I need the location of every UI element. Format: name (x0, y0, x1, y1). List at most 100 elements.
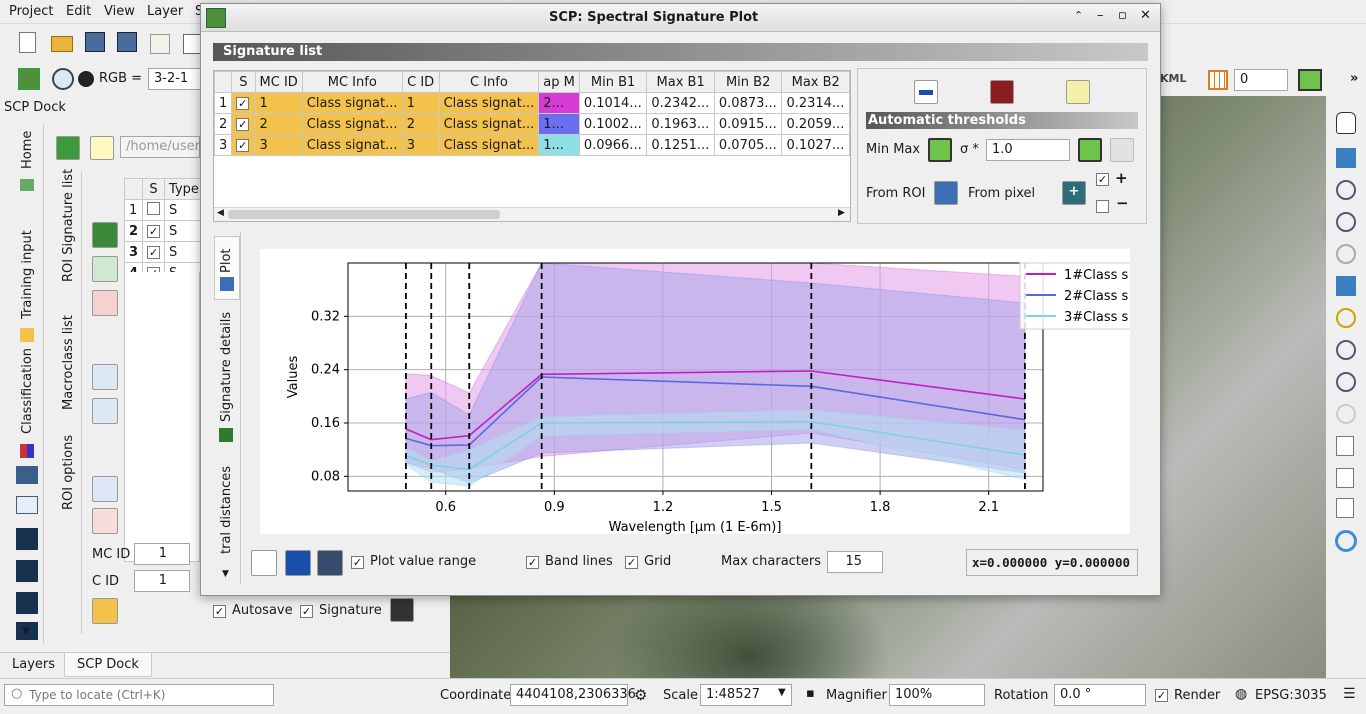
menu-edit[interactable]: Edit (66, 4, 91, 19)
delete-signature-icon[interactable] (92, 290, 118, 316)
plot-settings-icon[interactable] (317, 550, 343, 576)
new-bookmark-icon[interactable] (1336, 468, 1354, 488)
window-maximize-icon[interactable]: ▫ (1118, 8, 1127, 23)
row-checkbox[interactable]: ✓ (147, 224, 161, 238)
locate-bar[interactable]: ○ Type to locate (Ctrl+K) (4, 684, 274, 706)
col-max-b1[interactable]: Max B1 (646, 71, 715, 93)
reset-icon[interactable] (90, 136, 114, 160)
tab-home[interactable]: Home (20, 131, 35, 169)
undo-icon[interactable] (92, 598, 118, 624)
menu-layer[interactable]: Layer (147, 4, 183, 19)
tab-scroll-down-icon[interactable]: ▼ (222, 569, 229, 579)
tab-plot[interactable]: Plot (214, 236, 240, 300)
color-swatch[interactable]: 1... (538, 134, 580, 156)
save-project-icon[interactable] (85, 32, 105, 52)
zoom-native-icon[interactable] (1336, 244, 1356, 264)
pan-to-selection-icon[interactable] (1336, 148, 1356, 168)
overflow-icon[interactable]: » (1350, 71, 1358, 86)
zoom-last-icon[interactable] (1336, 372, 1356, 392)
table-row[interactable]: 2 ✓ 2 Class signat... 2 Class signat... 1.… (214, 113, 850, 135)
rgb-toggle-icon[interactable] (78, 71, 94, 87)
fit-plot-icon[interactable] (251, 550, 277, 576)
rotation-spin[interactable]: 0.0 ° (1054, 684, 1146, 706)
zoom-layer-icon[interactable] (1336, 308, 1356, 328)
tab-layers[interactable]: Layers (12, 657, 55, 672)
table-row[interactable]: 2 ✓ S (123, 220, 204, 242)
signature-checkbox[interactable]: ✓ (300, 605, 313, 618)
tab-classification[interactable]: Classification (20, 348, 35, 434)
col-c-id[interactable]: C ID (401, 71, 440, 93)
signature-table[interactable]: S MC ID MC Info C ID C Info ap M Min B1 … (213, 70, 851, 222)
col-mc-info[interactable]: MC Info (301, 71, 403, 93)
autosave-checkbox[interactable]: ✓ (213, 605, 226, 618)
pan-icon[interactable] (1336, 112, 1356, 134)
tab-macroclass-list[interactable]: Macroclass list (61, 315, 76, 410)
zoom-in-icon[interactable] (1336, 180, 1356, 200)
minmax-run-icon[interactable] (928, 138, 952, 162)
crs-label[interactable]: EPSG:3035 (1255, 688, 1327, 703)
tab-roi-options[interactable]: ROI options (61, 435, 76, 510)
row-checkbox[interactable]: ✓ (236, 138, 250, 152)
color-swatch[interactable]: 1... (538, 113, 580, 135)
threshold-table-icon[interactable] (1110, 138, 1134, 162)
max-characters-spin[interactable]: 15 (827, 551, 883, 573)
crs-icon[interactable]: ◍ (1235, 686, 1247, 702)
cid-spin[interactable]: 1 (134, 570, 190, 592)
open-project-icon[interactable] (51, 36, 73, 52)
tool-icon-2[interactable] (16, 496, 38, 514)
zoom-selection-icon[interactable] (1336, 340, 1356, 360)
scroll-down-icon[interactable]: ▼ (22, 626, 30, 637)
plot-value-range-checkbox[interactable]: ✓ (351, 556, 364, 569)
sigma-run-icon[interactable] (1078, 138, 1102, 162)
calculate-spectral-distances-icon[interactable] (1066, 80, 1090, 104)
tab-spectral-distances[interactable]: tral distances (219, 466, 234, 554)
table-row[interactable]: 1 ✓ 1 Class signat... 1 Class signat... 2.… (214, 92, 850, 114)
merge-icon[interactable] (92, 256, 118, 282)
run-icon[interactable] (1298, 69, 1322, 91)
window-minimize-icon[interactable]: – (1097, 8, 1104, 23)
mcid-spin[interactable]: 1 (134, 543, 190, 565)
scroll-right-icon[interactable]: ▶ (838, 208, 845, 218)
col-mc-id[interactable]: MC ID (254, 71, 303, 93)
tool-icon-3[interactable] (16, 528, 38, 550)
row-checkbox[interactable]: ✓ (147, 245, 161, 259)
window-shade-icon[interactable]: ⌃ (1074, 9, 1083, 22)
training-path[interactable]: /home/user/D (120, 136, 214, 158)
roi-table[interactable]: SType 1S 2✓S 3✓S 4✓S (123, 178, 204, 284)
chart-panel[interactable]: 0.6 0.9 1.2 1.5 1.8 2.1 0.08 0.16 0.24 0.32 Value… (260, 249, 1130, 534)
band-spin[interactable]: 0 (1234, 69, 1288, 91)
col-color[interactable]: ap M (538, 71, 580, 93)
save-roi-icon[interactable] (390, 598, 414, 622)
row-checkbox[interactable]: ✓ (236, 96, 250, 110)
signature-list-icon[interactable] (56, 136, 80, 160)
magnifier-spin[interactable]: 100% (889, 684, 985, 706)
scroll-thumb[interactable] (228, 210, 500, 219)
tool-icon-5[interactable] (16, 592, 38, 614)
zoom-roi-icon[interactable] (52, 68, 74, 90)
save-as-icon[interactable] (117, 32, 137, 52)
window-close-icon[interactable]: ✕ (1140, 8, 1151, 23)
grid-checkbox[interactable]: ✓ (625, 556, 638, 569)
table-row[interactable]: 3 ✓ S (123, 241, 204, 263)
subtract-checkbox[interactable] (1096, 200, 1109, 213)
from-roi-icon[interactable] (934, 181, 958, 205)
lock-icon[interactable]: ▪ (806, 686, 815, 701)
import-icon[interactable] (92, 476, 118, 502)
col-min-b1[interactable]: Min B1 (578, 71, 648, 93)
col-c-info[interactable]: C Info (438, 71, 540, 93)
tab-signature-details[interactable]: Signature details (219, 312, 234, 422)
tab-scp-dock[interactable]: SCP Dock (64, 653, 152, 677)
table-row[interactable]: 1S (123, 199, 204, 221)
grid-icon[interactable] (1208, 70, 1228, 90)
col-s[interactable]: S (231, 71, 256, 93)
spectral-chart[interactable]: 0.6 0.9 1.2 1.5 1.8 2.1 0.08 0.16 0.24 0.32 Value… (260, 249, 1130, 534)
tab-roi-signature-list[interactable]: ROI Signature list (61, 169, 76, 282)
sigma-spin[interactable]: 1.0 (986, 139, 1070, 161)
menu-view[interactable]: View (104, 4, 135, 19)
kml-icon[interactable]: KML (1160, 72, 1186, 85)
zoom-full-icon[interactable] (1336, 276, 1356, 296)
table-hscrollbar[interactable]: ◀ ▶ (214, 207, 850, 221)
color-swatch[interactable]: 2... (538, 92, 580, 114)
zoom-next-icon[interactable] (1336, 404, 1356, 424)
plot-signature-icon[interactable] (92, 222, 118, 248)
